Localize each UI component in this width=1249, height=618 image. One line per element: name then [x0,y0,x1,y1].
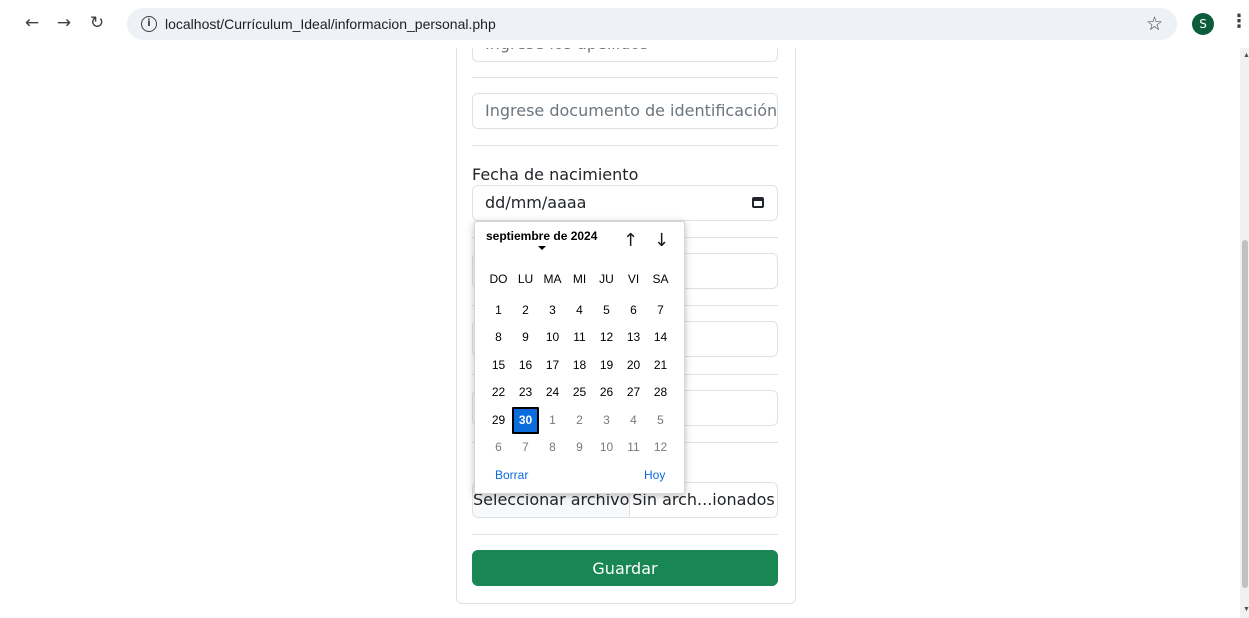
save-button[interactable]: Guardar [472,550,778,586]
calendar-day[interactable]: 1 [485,297,512,325]
weekday-header: VI [627,272,640,286]
calendar-day[interactable]: 14 [647,324,674,352]
calendar-day[interactable]: 21 [647,352,674,380]
date-placeholder: dd/mm/aaaa [485,193,587,212]
calendar-day[interactable]: 28 [647,379,674,407]
weekday-header: LU [517,272,534,286]
calendar-day[interactable]: 4 [566,297,593,325]
calendar-day[interactable]: 16 [512,352,539,380]
calendar-day[interactable]: 2 [566,407,593,435]
next-month-arrow-icon[interactable]: ↓ [654,230,669,251]
apellidos-input[interactable]: Ingrese los apellidos [472,48,778,62]
divider [472,145,778,146]
calendar-day[interactable]: 10 [539,324,566,352]
divider [472,77,778,78]
forward-arrow-icon[interactable]: → [50,9,78,37]
calendar-day[interactable]: 2 [512,297,539,325]
reload-icon[interactable]: ↻ [83,9,111,37]
profile-avatar[interactable]: S [1192,13,1214,35]
calendar-day[interactable]: 8 [485,324,512,352]
calendar-day[interactable]: 1 [539,407,566,435]
weekday-header: MA [543,272,562,286]
calendar-day[interactable]: 18 [566,352,593,380]
calendar-day[interactable]: 5 [647,407,674,435]
today-button[interactable]: Hoy [644,468,665,482]
browser-toolbar: ← → ↻ i localhost/Currículum_Ideal/infor… [0,0,1249,48]
page-scrollbar-thumb[interactable] [1242,240,1248,588]
calendar-day[interactable]: 3 [539,297,566,325]
calendar-day[interactable]: 15 [485,352,512,380]
calendar-day[interactable]: 4 [620,407,647,435]
address-bar[interactable]: i localhost/Currículum_Ideal/informacion… [127,8,1177,40]
month-dropdown-caret-icon[interactable] [538,246,546,250]
calendar-month-label[interactable]: septiembre de 2024 [486,229,597,243]
documento-input[interactable]: Ingrese documento de identificación [472,93,778,129]
scroll-down-icon[interactable]: ▼ [1243,606,1249,613]
calendar-day[interactable]: 8 [539,434,566,462]
weekday-header: DO [489,272,508,286]
divider [472,534,778,535]
calendar-day[interactable]: 23 [512,379,539,407]
calendar-day[interactable]: 9 [566,434,593,462]
address-url[interactable]: localhost/Currículum_Ideal/informacion_p… [165,16,496,32]
calendar-day[interactable]: 26 [593,379,620,407]
calendar-day[interactable]: 12 [593,324,620,352]
previous-month-arrow-icon[interactable]: ↑ [623,230,638,251]
calendar-day[interactable]: 9 [512,324,539,352]
date-picker-popup: septiembre de 2024 ↑ ↓ DO LU MA MI JU VI SA 1 2 3… [474,221,685,494]
calendar-day[interactable]: 22 [485,379,512,407]
weekday-header: JU [599,272,614,286]
calendar-grid: DO LU MA MI JU VI SA 1 2 3 4 5 6 7 8 9 10 11 12 13 14 15 16 17 1… [485,269,674,462]
calendar-day[interactable]: 25 [566,379,593,407]
calendar-day[interactable]: 7 [647,297,674,325]
scroll-up-icon[interactable]: ▲ [1243,52,1249,59]
calendar-day[interactable]: 10 [593,434,620,462]
browser-menu-icon[interactable]: ⋮ [1230,11,1248,32]
calendar-day[interactable]: 12 [647,434,674,462]
weekday-header: MI [572,272,587,286]
calendar-day[interactable]: 27 [620,379,647,407]
calendar-day[interactable]: 11 [566,324,593,352]
clear-date-button[interactable]: Borrar [495,468,528,482]
calendar-day-selected[interactable]: 30 [512,406,539,434]
calendar-day[interactable]: 6 [485,434,512,462]
calendar-day[interactable]: 6 [620,297,647,325]
calendar-day[interactable]: 3 [593,407,620,435]
calendar-day[interactable]: 7 [512,434,539,462]
weekday-header: SA [652,272,669,286]
calendar-day[interactable]: 17 [539,352,566,380]
calendar-day[interactable]: 19 [593,352,620,380]
calendar-day[interactable]: 11 [620,434,647,462]
calendar-icon[interactable] [752,197,764,208]
fecha-nacimiento-label: Fecha de nacimiento [472,165,639,184]
fecha-nacimiento-input[interactable]: dd/mm/aaaa [472,185,778,221]
calendar-day[interactable]: 13 [620,324,647,352]
calendar-day[interactable]: 24 [539,379,566,407]
bookmark-star-icon[interactable]: ☆ [1146,13,1163,35]
site-info-icon[interactable]: i [141,16,157,32]
back-arrow-icon[interactable]: ← [18,9,46,37]
calendar-day[interactable]: 5 [593,297,620,325]
calendar-day[interactable]: 29 [485,407,512,435]
calendar-day[interactable]: 20 [620,352,647,380]
